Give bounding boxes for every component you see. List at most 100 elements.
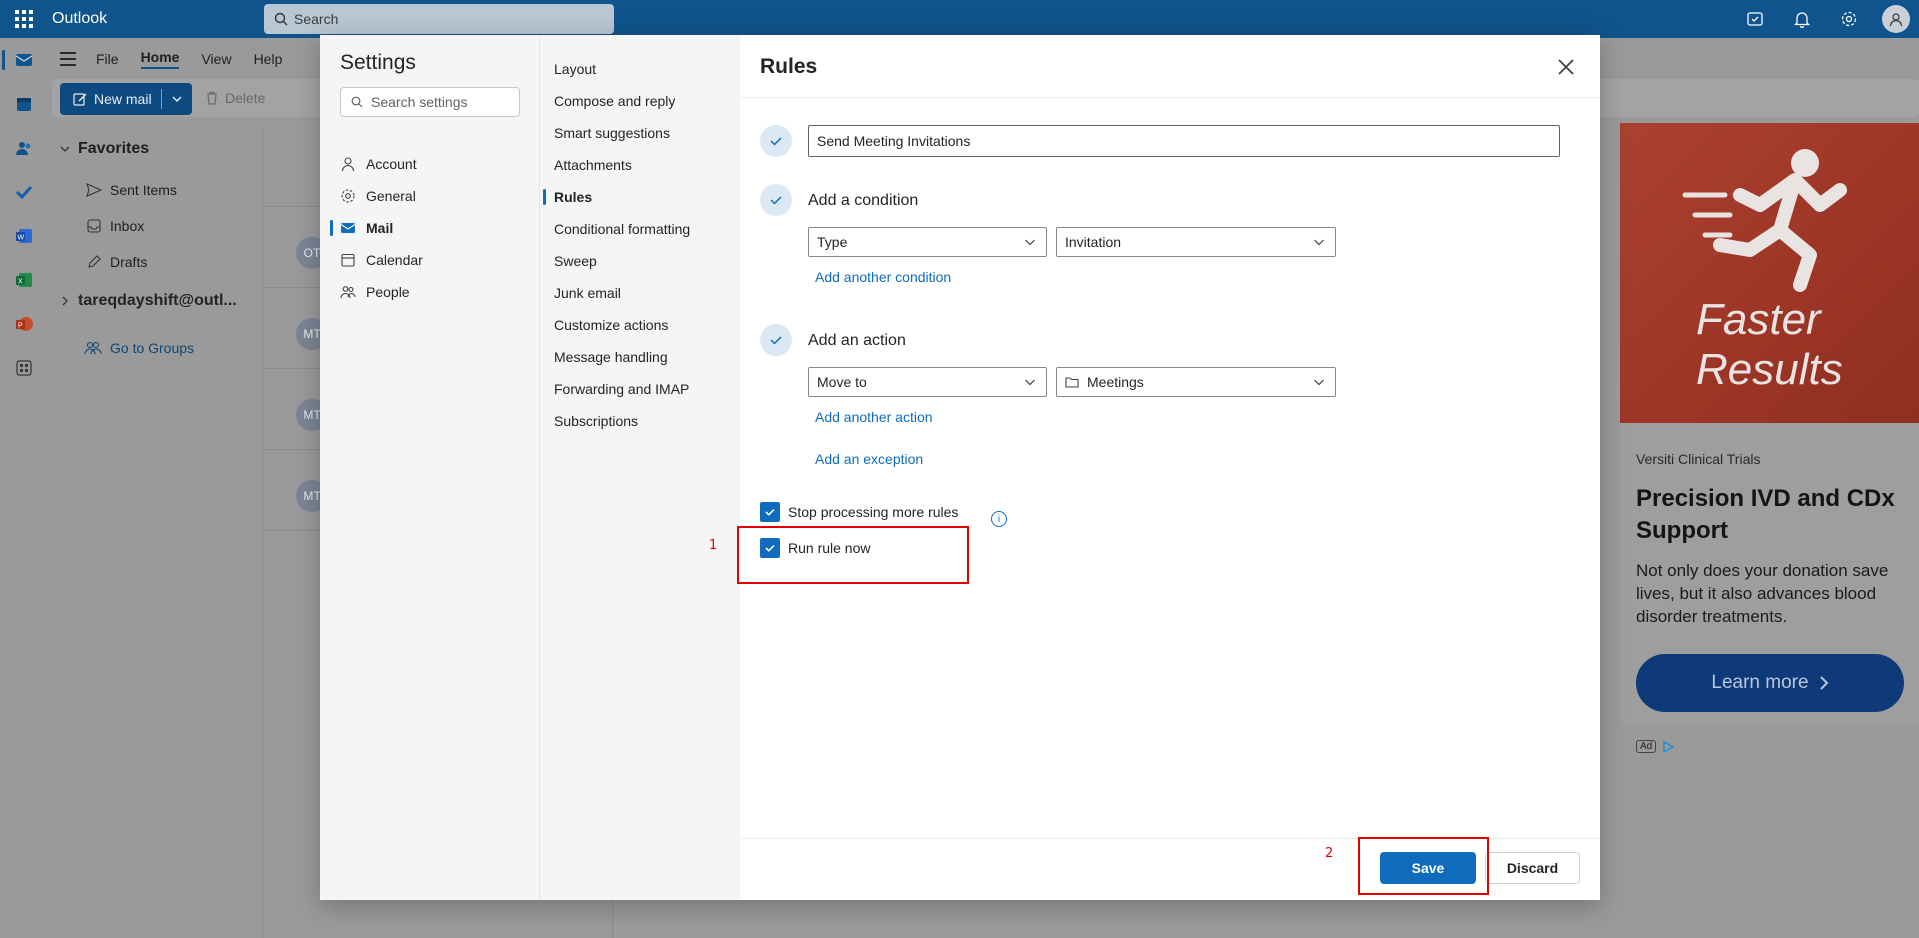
rail-powerpoint-button[interactable]: P xyxy=(0,302,48,346)
learn-more-button[interactable]: Learn more xyxy=(1636,654,1904,712)
folder-icon xyxy=(1065,377,1079,388)
ad-image-text: Faster xyxy=(1696,295,1821,344)
folder-drafts[interactable]: Drafts xyxy=(60,244,260,280)
settings-category-mail[interactable]: Mail xyxy=(330,212,530,244)
gear-icon xyxy=(1841,11,1856,27)
account-button[interactable] xyxy=(1872,0,1919,38)
settings-category-general[interactable]: General xyxy=(340,180,530,212)
people-icon xyxy=(16,142,31,155)
chevron-down-icon xyxy=(1025,239,1035,246)
rail-people-button[interactable] xyxy=(0,126,48,170)
tab-home[interactable]: Home xyxy=(140,49,180,69)
folder-sent-items[interactable]: Sent Items xyxy=(60,172,260,208)
checkmark-icon xyxy=(770,137,782,146)
action-type-dropdown[interactable]: Move to xyxy=(808,367,1047,397)
action-heading: Add an action xyxy=(808,332,906,349)
svg-text:W: W xyxy=(18,235,25,242)
people-icon xyxy=(340,286,356,299)
subsection-message-handling[interactable]: Message handling xyxy=(554,341,668,373)
settings-category-calendar[interactable]: Calendar xyxy=(340,244,530,276)
ad-choices[interactable]: Ad xyxy=(1636,740,1919,753)
settings-button[interactable] xyxy=(1825,0,1872,38)
new-mail-button[interactable]: New mail xyxy=(60,83,192,115)
go-to-groups-link[interactable]: Go to Groups xyxy=(60,340,260,356)
add-another-action-link[interactable]: Add another action xyxy=(815,409,933,425)
subsection-conditional-formatting[interactable]: Conditional formatting xyxy=(554,213,690,245)
calendar-icon xyxy=(341,253,355,267)
rail-calendar-button[interactable] xyxy=(0,82,48,126)
settings-title: Settings xyxy=(340,51,416,74)
folder-label: Sent Items xyxy=(110,182,177,198)
subsection-attachments[interactable]: Attachments xyxy=(554,149,632,181)
chevron-down-icon xyxy=(1314,239,1324,246)
rail-todo-button[interactable] xyxy=(0,170,48,214)
ad-label: Ad xyxy=(1636,740,1657,753)
hamburger-icon[interactable] xyxy=(60,52,96,66)
ad-sponsor: Versiti Clinical Trials xyxy=(1636,451,1761,467)
add-another-condition-link[interactable]: Add another condition xyxy=(815,269,951,285)
subsection-sweep[interactable]: Sweep xyxy=(554,245,597,277)
category-label: People xyxy=(366,284,410,300)
excel-icon: X xyxy=(16,273,32,287)
favorites-header[interactable]: Favorites xyxy=(60,140,260,158)
settings-category-account[interactable]: Account xyxy=(340,148,530,180)
subsection-customize-actions[interactable]: Customize actions xyxy=(554,309,668,341)
subsection-layout[interactable]: Layout xyxy=(554,53,596,85)
chevron-right-icon xyxy=(1819,676,1828,690)
close-icon xyxy=(1558,59,1574,75)
rules-title: Rules xyxy=(760,55,818,78)
condition-value-dropdown[interactable]: Invitation xyxy=(1056,227,1336,257)
rule-name-input[interactable]: Send Meeting Invitations xyxy=(808,125,1560,157)
global-search-input[interactable]: Search xyxy=(264,4,614,34)
condition-value-text: Invitation xyxy=(1065,234,1122,250)
chevron-down-icon xyxy=(60,146,70,152)
subsection-junk-email[interactable]: Junk email xyxy=(554,277,621,309)
subsection-rules[interactable]: Rules xyxy=(542,181,592,213)
subsection-compose-and-reply[interactable]: Compose and reply xyxy=(554,85,675,117)
groups-icon xyxy=(84,341,102,355)
close-button[interactable] xyxy=(1552,53,1580,81)
subsection-smart-suggestions[interactable]: Smart suggestions xyxy=(554,117,670,149)
stop-processing-checkbox[interactable] xyxy=(760,502,780,522)
chevron-down-icon[interactable] xyxy=(172,94,182,104)
category-label: General xyxy=(366,188,416,204)
apps-icon xyxy=(16,360,32,376)
tab-view[interactable]: View xyxy=(201,51,231,67)
gear-icon xyxy=(341,189,355,203)
rail-mail-button[interactable] xyxy=(0,38,48,82)
my-day-button[interactable] xyxy=(1731,0,1778,38)
compose-icon xyxy=(73,93,87,106)
favorites-label: Favorites xyxy=(78,140,150,157)
notifications-button[interactable] xyxy=(1778,0,1825,38)
tab-file[interactable]: File xyxy=(96,51,119,67)
condition-type-dropdown[interactable]: Type xyxy=(808,227,1047,257)
step-action-check xyxy=(760,324,792,356)
action-folder-dropdown[interactable]: Meetings xyxy=(1056,367,1336,397)
trash-icon xyxy=(207,91,217,105)
app-launcher-button[interactable] xyxy=(0,0,48,38)
subsection-forwarding-and-imap[interactable]: Forwarding and IMAP xyxy=(554,373,689,405)
rail-apps-button[interactable] xyxy=(0,346,48,390)
info-icon[interactable]: i xyxy=(991,511,1007,527)
settings-search-input[interactable]: Search settings xyxy=(340,87,520,117)
mail-icon xyxy=(15,54,33,66)
ad-image: Faster Results xyxy=(1620,123,1919,423)
annotation-box-run-rule xyxy=(737,526,969,584)
checkmark-icon xyxy=(770,336,782,345)
top-bar: Outlook Search xyxy=(0,0,1919,38)
ad-panel[interactable]: Faster Results Versiti Clinical Trials P… xyxy=(1620,123,1919,753)
folder-inbox[interactable]: Inbox xyxy=(60,208,260,244)
checkmark-icon xyxy=(770,196,782,205)
subsection-subscriptions[interactable]: Subscriptions xyxy=(554,405,638,437)
settings-categories-pane: Settings Search settings Account General… xyxy=(320,35,539,900)
step-name-check xyxy=(760,125,792,157)
rail-word-button[interactable]: W xyxy=(0,214,48,258)
delete-button[interactable]: Delete xyxy=(205,90,265,106)
rail-excel-button[interactable]: X xyxy=(0,258,48,302)
add-exception-link[interactable]: Add an exception xyxy=(815,451,923,467)
settings-category-people[interactable]: People xyxy=(340,276,530,308)
learn-more-label: Learn more xyxy=(1711,672,1809,693)
discard-button[interactable]: Discard xyxy=(1485,852,1580,884)
account-folder-header[interactable]: tareqdayshift@outl... xyxy=(60,292,260,310)
tab-help[interactable]: Help xyxy=(254,51,283,67)
